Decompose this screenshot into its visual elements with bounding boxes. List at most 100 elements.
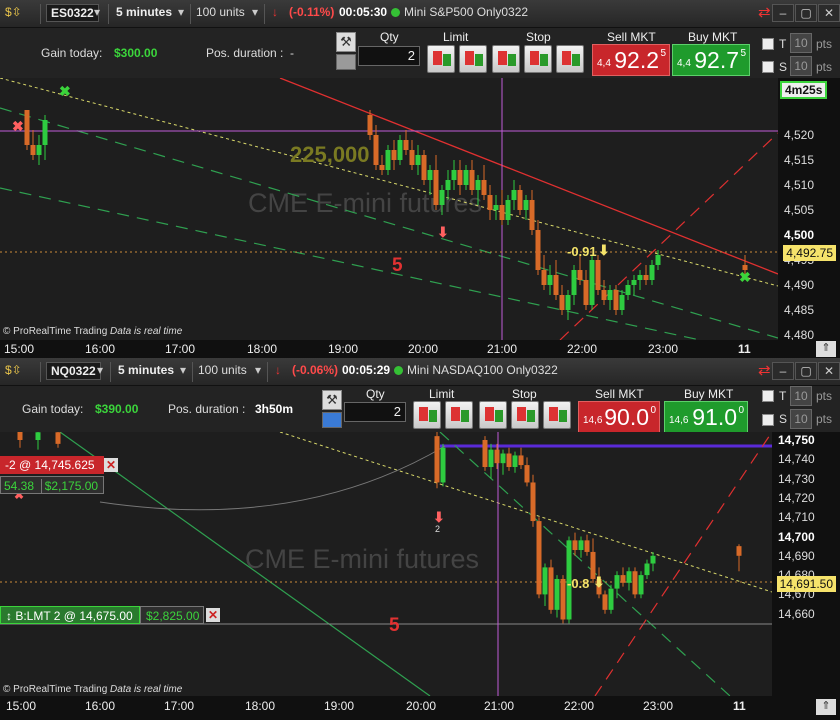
- buy-stop-icon[interactable]: [479, 401, 507, 429]
- sell-stop-icon[interactable]: [524, 45, 552, 73]
- qty-input[interactable]: 2: [358, 46, 420, 66]
- position-pnl-tag: 54.38 $2,175.00: [0, 476, 104, 494]
- qty-label: Qty: [380, 30, 399, 44]
- chevron-down-icon[interactable]: ▾: [180, 363, 186, 377]
- chevron-down-icon[interactable]: ▾: [178, 5, 184, 19]
- candle-body: [30, 145, 36, 155]
- cancel-order-icon[interactable]: ✕: [206, 608, 220, 622]
- position-duration-value: 3h50m: [255, 402, 294, 416]
- keyboard-icon[interactable]: [336, 54, 356, 70]
- qty-label: Qty: [366, 387, 385, 401]
- close-icon[interactable]: ✕: [818, 362, 840, 380]
- symbol-selector[interactable]: NQ0322: [46, 362, 101, 380]
- candle-body: [571, 270, 577, 295]
- sell-price-prefix: 4,4: [597, 58, 611, 69]
- minimize-icon[interactable]: –: [772, 362, 794, 380]
- price-axis[interactable]: 4,5204,5154,5104,5054,5004,4954,4904,485…: [778, 78, 840, 342]
- candle-body: [511, 190, 517, 200]
- candle-body: [505, 200, 511, 220]
- target-checkbox[interactable]: [762, 390, 774, 402]
- trend-line-upper: [0, 78, 778, 287]
- timeframe-selector[interactable]: 5 minutes: [118, 363, 174, 377]
- units-selector[interactable]: 100 units: [196, 5, 245, 19]
- candle-body: [17, 432, 23, 440]
- dollar-icon[interactable]: $⇳: [5, 5, 22, 19]
- wrench-icon[interactable]: ⚒: [336, 32, 356, 52]
- chevron-down-icon[interactable]: ▾: [94, 5, 100, 19]
- candle-body: [650, 555, 656, 564]
- symbol-selector[interactable]: ES0322: [46, 4, 99, 22]
- sell-limit-icon[interactable]: [459, 45, 487, 73]
- drag-handle-icon[interactable]: ↕: [6, 609, 12, 623]
- candle-body: [487, 195, 493, 210]
- buy-price-prefix: 14,6: [669, 415, 689, 426]
- maximize-icon[interactable]: ▢: [795, 4, 817, 22]
- chevron-down-icon[interactable]: ▾: [97, 363, 103, 377]
- price-chart-plot[interactable]: CME E-mini futures 5 -0.8 ⬇ ⬇ 2 ✖ -2 @ 1…: [0, 432, 772, 696]
- sell-market-button[interactable]: 14,6 90.0 0: [578, 401, 660, 433]
- limit-label: Limit: [429, 387, 455, 401]
- cross-marker-icon: ✖: [12, 118, 24, 134]
- buy-limit-icon[interactable]: [427, 45, 455, 73]
- buy-stop-icon[interactable]: [492, 45, 520, 73]
- sell-price-fraction: 0: [650, 405, 656, 416]
- close-position-icon[interactable]: ✕: [104, 458, 118, 472]
- stop-label: Stop: [512, 387, 537, 401]
- maximize-icon[interactable]: ▢: [795, 362, 817, 380]
- sell-market-button[interactable]: 4,4 92.2 5: [592, 44, 670, 76]
- price-change: (-0.11%): [289, 5, 335, 19]
- gain-today-value: $300.00: [114, 46, 158, 60]
- price-axis[interactable]: 14,750 14,740 14,730 14,720 14,710 14,700 14,6…: [772, 432, 840, 696]
- sell-stop-icon[interactable]: [511, 401, 539, 429]
- chevron-down-icon[interactable]: ▾: [252, 5, 258, 19]
- dollar-icon[interactable]: $⇳: [5, 363, 22, 377]
- buy-market-button[interactable]: 4,4 92.7 5: [672, 44, 750, 76]
- minimize-icon[interactable]: –: [772, 4, 794, 22]
- time-tick-label: 19:00: [324, 699, 355, 713]
- scroll-up-icon[interactable]: ⇑: [816, 341, 836, 357]
- chevron-down-icon[interactable]: ▾: [255, 363, 261, 377]
- cancel-orders-icon[interactable]: [543, 401, 571, 429]
- stop-checkbox[interactable]: [762, 61, 774, 73]
- candle-body: [553, 275, 559, 295]
- stop-checkbox[interactable]: [762, 414, 774, 426]
- close-icon[interactable]: ✕: [818, 4, 840, 22]
- candle-body: [649, 265, 655, 280]
- stop-points-input[interactable]: 10: [790, 56, 812, 76]
- down-arrow-icon: ⬇: [598, 242, 610, 258]
- time-axis[interactable]: 15:00 16:00 17:00 18:00 19:00 20:00 21:00 22:00…: [0, 696, 840, 720]
- candle-body: [524, 465, 530, 483]
- refresh-icon[interactable]: ⇄: [758, 361, 771, 379]
- trend-line-red-dashed: [594, 432, 772, 696]
- keyboard-icon[interactable]: [322, 412, 342, 428]
- candle-body: [655, 255, 661, 265]
- sell-limit-icon[interactable]: [445, 401, 473, 429]
- wrench-icon[interactable]: ⚒: [322, 390, 342, 410]
- status-dot-icon: [391, 5, 403, 19]
- qty-input[interactable]: 2: [344, 402, 406, 422]
- candle-body: [469, 170, 475, 190]
- stop-points-input[interactable]: 10: [790, 409, 812, 429]
- limit-pnl-value: $2,825.00: [146, 609, 200, 623]
- buy-limit-icon[interactable]: [413, 401, 441, 429]
- buy-market-button[interactable]: 14,6 91.0 0: [664, 401, 748, 433]
- scroll-up-icon[interactable]: ⇑: [816, 699, 836, 715]
- limit-order-tag[interactable]: ↕ B:LMT 2 @ 14,675.00: [0, 606, 140, 624]
- cancel-orders-icon[interactable]: [556, 45, 584, 73]
- candle-body: [608, 588, 614, 610]
- position-order-tag[interactable]: -2 @ 14,745.625: [0, 456, 104, 474]
- target-checkbox[interactable]: [762, 38, 774, 50]
- time-axis[interactable]: 15:00 16:00 17:00 18:00 19:00 20:00 21:00 22:00…: [0, 340, 840, 358]
- count-label: 5: [389, 615, 400, 636]
- time-tick-label: 22:00: [564, 699, 595, 713]
- candle-body: [512, 455, 518, 468]
- marker-count: 2: [435, 524, 441, 534]
- target-points-input[interactable]: 10: [790, 386, 812, 406]
- units-selector[interactable]: 100 units: [198, 363, 247, 377]
- price-tick-label: 4,490: [784, 278, 815, 292]
- candle-body: [463, 170, 469, 185]
- target-points-input[interactable]: 10: [790, 33, 812, 53]
- refresh-icon[interactable]: ⇄: [758, 3, 771, 21]
- price-chart-plot[interactable]: CME E-mini futures 225,000 5 -0.91 ⬇ ⬇ ✖…: [0, 78, 778, 340]
- timeframe-selector[interactable]: 5 minutes: [116, 5, 172, 19]
